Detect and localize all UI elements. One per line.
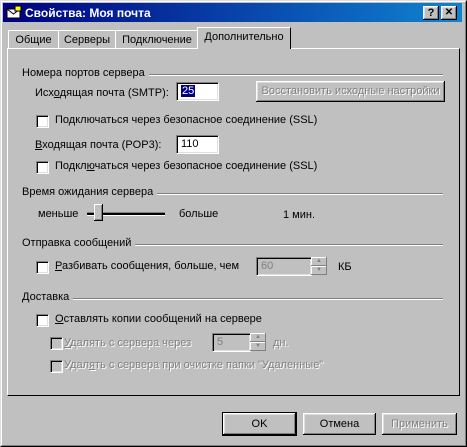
timeout-less-label: меньше bbox=[38, 208, 79, 220]
smtp-label: Исходящая почта (SMTP): bbox=[35, 87, 169, 99]
restore-defaults-button[interactable]: Восстановить исходные настройки bbox=[256, 81, 445, 102]
pop3-port-input[interactable]: 110 bbox=[176, 135, 219, 154]
smtp-ssl-label: Подключаться через безопасное соединение… bbox=[55, 114, 318, 126]
sending-group-title: Отправка сообщений bbox=[22, 237, 136, 249]
close-button[interactable]: ✕ bbox=[441, 6, 457, 20]
timeout-group-title: Время ожидания сервера bbox=[22, 186, 158, 198]
spin-up-icon[interactable]: ▲ bbox=[311, 257, 327, 266]
pop3-label: Входящая почта (POP3): bbox=[35, 139, 162, 151]
title-bar[interactable]: Свойства: Моя почта ? ✕ bbox=[3, 3, 462, 22]
keep-copies-label: Оставлять копии сообщений на сервере bbox=[55, 313, 262, 325]
mail-account-icon bbox=[6, 5, 22, 19]
pop3-ssl-checkbox[interactable] bbox=[36, 161, 49, 174]
spin-down-icon[interactable]: ▼ bbox=[311, 266, 327, 275]
spin-up-icon[interactable]: ▲ bbox=[250, 333, 266, 342]
keep-copies-checkbox[interactable] bbox=[36, 314, 49, 327]
properties-window: Свойства: Моя почта ? ✕ Общие Серверы По… bbox=[0, 0, 467, 447]
delete-after-spinner[interactable]: ▲ ▼ bbox=[250, 333, 266, 351]
delete-after-checkbox[interactable] bbox=[50, 337, 63, 350]
ok-button[interactable]: OK bbox=[222, 412, 297, 436]
window-title: Свойства: Моя почта bbox=[25, 6, 151, 20]
split-messages-label: Разбивать сообщения, больше, чем bbox=[55, 260, 240, 272]
help-button[interactable]: ? bbox=[423, 6, 439, 20]
timeout-value: 1 мин. bbox=[283, 209, 316, 221]
delete-after-unit: дн. bbox=[273, 337, 289, 349]
tab-connection[interactable]: Подключение bbox=[115, 30, 199, 49]
pop3-ssl-label: Подключаться через безопасное соединение… bbox=[55, 160, 318, 172]
spin-down-icon[interactable]: ▼ bbox=[250, 342, 266, 351]
delete-on-empty-label: Удалять с сервера при очистке папки "Уда… bbox=[64, 359, 324, 371]
delivery-group-line bbox=[22, 298, 443, 300]
ports-group-title: Номера портов сервера bbox=[22, 67, 149, 79]
smtp-ssl-checkbox[interactable] bbox=[36, 115, 49, 128]
split-size-spinner[interactable]: ▲ ▼ bbox=[311, 257, 327, 275]
timeout-more-label: больше bbox=[179, 208, 219, 220]
smtp-port-input[interactable]: 25 bbox=[176, 82, 219, 101]
split-messages-checkbox[interactable] bbox=[36, 261, 49, 274]
apply-button[interactable]: Применить bbox=[382, 413, 457, 435]
split-size-unit: КБ bbox=[338, 261, 352, 273]
tab-general[interactable]: Общие bbox=[8, 30, 59, 49]
delete-after-label: Удалять с сервера через bbox=[64, 337, 192, 349]
timeout-slider-thumb[interactable] bbox=[93, 204, 103, 221]
delete-on-empty-checkbox[interactable] bbox=[50, 360, 63, 373]
tab-servers[interactable]: Серверы bbox=[58, 30, 116, 49]
split-size-input[interactable]: 60 bbox=[256, 257, 312, 276]
cancel-button[interactable]: Отмена bbox=[303, 413, 376, 435]
tab-advanced[interactable]: Дополнительно bbox=[197, 27, 291, 49]
delete-after-days-input[interactable]: 5 bbox=[212, 333, 251, 352]
delivery-group-title: Доставка bbox=[22, 291, 74, 303]
